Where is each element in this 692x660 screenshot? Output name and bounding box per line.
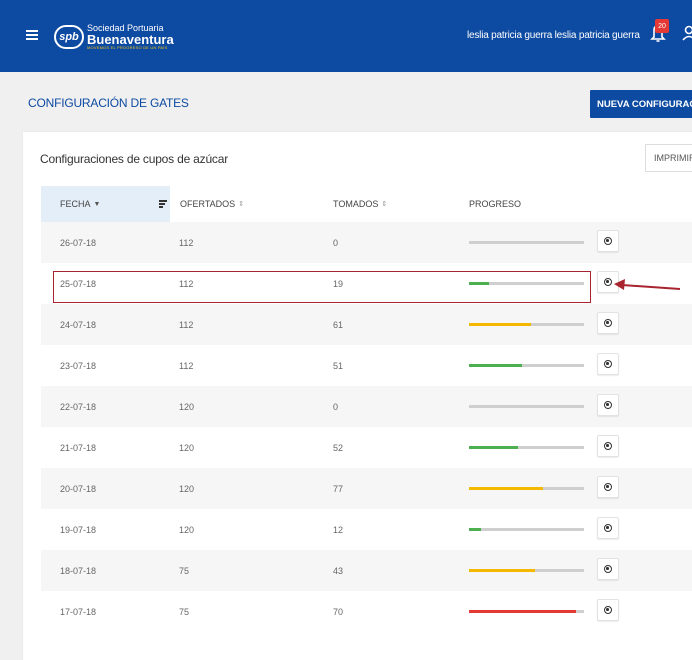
view-button[interactable] [597, 558, 619, 580]
view-button[interactable] [597, 312, 619, 334]
cell-ofertados: 120 [179, 401, 195, 412]
cell-ofertados: 120 [179, 442, 195, 453]
cell-fecha: 26-07-18 [60, 237, 97, 248]
username: leslia patricia guerra leslia patricia g… [467, 30, 640, 41]
eye-icon [604, 360, 612, 368]
eye-icon [604, 401, 612, 409]
table-row: 23-07-18 112 51 [41, 345, 692, 386]
table-row: 19-07-18 120 12 [41, 509, 692, 550]
logo[interactable]: spb Sociedad Portuaria Buenaventura MOVE… [54, 24, 174, 50]
view-button[interactable] [597, 394, 619, 416]
progress-fill [469, 364, 522, 367]
cell-ofertados: 112 [179, 319, 194, 330]
col-ofertados-label: OFERTADOS [180, 199, 236, 209]
cell-ofertados: 75 [179, 565, 190, 576]
cell-fecha: 17-07-18 [60, 606, 97, 617]
cell-fecha: 24-07-18 [60, 319, 97, 330]
cell-ofertados: 112 [179, 237, 194, 248]
eye-icon [604, 565, 612, 573]
progress-bar [469, 610, 584, 613]
cell-fecha: 21-07-18 [60, 442, 97, 453]
logo-tagline: MOVEMOS EL PROGRESO DE UN PAÍS [87, 45, 168, 50]
view-button[interactable] [597, 435, 619, 457]
cell-ofertados: 120 [179, 524, 195, 535]
view-button[interactable] [597, 599, 619, 621]
eye-icon [604, 237, 612, 245]
table-row: 22-07-18 120 0 [41, 386, 692, 427]
table-row: 20-07-18 120 77 [41, 468, 692, 509]
progress-bar [469, 528, 584, 531]
col-tomados-label: TOMADOS [333, 199, 379, 209]
col-fecha-label: FECHA [60, 199, 91, 209]
progress-bar [469, 364, 584, 367]
sort-desc-icon: ▼ [93, 200, 101, 208]
view-button[interactable] [597, 353, 619, 375]
cell-fecha: 23-07-18 [60, 360, 97, 371]
notification-badge: 20 [655, 19, 669, 33]
view-button[interactable] [597, 476, 619, 498]
view-button[interactable] [597, 230, 619, 252]
col-progreso: PROGRESO [469, 186, 521, 222]
logo-mark: spb [54, 25, 84, 49]
cell-tomados: 43 [333, 565, 344, 576]
table-row: 24-07-18 112 61 [41, 304, 692, 345]
filter-icon[interactable] [159, 200, 167, 209]
table-row: 21-07-18 120 52 [41, 427, 692, 468]
progress-fill [469, 323, 532, 326]
eye-icon [604, 319, 612, 327]
eye-icon [604, 606, 612, 614]
table-row: 17-07-18 75 70 [41, 591, 692, 632]
col-fecha[interactable]: FECHA ▼ [41, 186, 170, 222]
cell-tomados: 70 [333, 606, 344, 617]
menu-icon[interactable] [26, 30, 38, 40]
cell-tomados: 0 [333, 237, 339, 248]
eye-icon [604, 442, 612, 450]
progress-bar [469, 405, 584, 408]
user-icon[interactable] [682, 24, 692, 44]
progress-bar [469, 446, 584, 449]
cell-tomados: 0 [333, 401, 339, 412]
col-tomados[interactable]: TOMADOS ⇕ [333, 186, 387, 222]
arrow-annotation-icon [614, 279, 681, 290]
table-row: 26-07-18 112 0 [41, 222, 692, 263]
progress-fill [469, 569, 535, 572]
cell-tomados: 12 [333, 524, 344, 535]
progress-fill [469, 610, 576, 613]
col-progreso-label: PROGRESO [469, 199, 522, 209]
progress-fill [469, 487, 543, 490]
cell-fecha: 20-07-18 [60, 483, 97, 494]
view-button[interactable] [597, 517, 619, 539]
page-title: CONFIGURACIÓN DE GATES [28, 96, 189, 110]
new-config-button[interactable]: NUEVA CONFIGURACIÓN [590, 90, 692, 118]
cell-ofertados: 120 [179, 483, 195, 494]
cell-tomados: 77 [333, 483, 344, 494]
progress-fill [469, 446, 519, 449]
highlight-annotation [53, 271, 591, 303]
progress-bar [469, 241, 584, 244]
progress-fill [469, 528, 481, 531]
cell-fecha: 22-07-18 [60, 401, 97, 412]
eye-icon [604, 524, 612, 532]
table-row: 18-07-18 75 43 [41, 550, 692, 591]
progress-bar [469, 569, 584, 572]
card-title: Configuraciones de cupos de azúcar [40, 152, 228, 166]
progress-bar [469, 323, 584, 326]
eye-icon [604, 483, 612, 491]
cell-tomados: 61 [333, 319, 344, 330]
table-header: FECHA ▼ OFERTADOS ⇕ TOMADOS ⇕ PROGRESO [41, 186, 692, 222]
cell-tomados: 51 [333, 360, 344, 371]
cell-ofertados: 75 [179, 606, 190, 617]
eye-icon [604, 278, 612, 286]
sort-icon: ⇕ [238, 201, 245, 208]
cell-tomados: 52 [333, 442, 344, 453]
print-button[interactable]: IMPRIMIR [645, 144, 692, 172]
cell-fecha: 19-07-18 [60, 524, 97, 535]
cell-ofertados: 112 [179, 360, 194, 371]
cell-fecha: 18-07-18 [60, 565, 97, 576]
progress-bar [469, 487, 584, 490]
col-ofertados[interactable]: OFERTADOS ⇕ [180, 186, 244, 222]
sort-icon: ⇕ [381, 201, 388, 208]
